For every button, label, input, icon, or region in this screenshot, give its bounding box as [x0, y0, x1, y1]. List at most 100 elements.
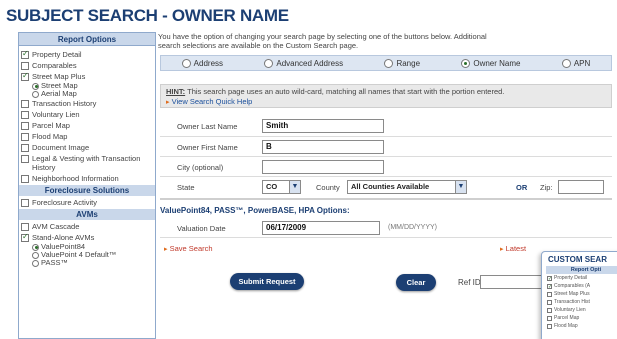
valuepoint-options-title: ValuePoint84, PASS™, PowerBASE, HPA Opti… — [160, 206, 350, 215]
zip-input[interactable] — [558, 180, 604, 194]
city-input[interactable] — [262, 160, 384, 174]
page: SUBJECT SEARCH - OWNER NAME Report Optio… — [0, 0, 617, 339]
save-search-label[interactable]: Save Search — [170, 244, 213, 253]
form-row-city: City (optional) — [160, 156, 612, 176]
chevron-down-icon[interactable]: ▼ — [289, 181, 300, 193]
custom-item[interactable]: Transaction Hist — [542, 298, 617, 306]
checkbox-icon[interactable] — [21, 132, 29, 141]
state-select[interactable]: CO ▼ — [262, 180, 301, 194]
checkbox-checked-icon[interactable] — [547, 283, 552, 291]
search-type-advanced-address[interactable]: Advanced Address — [264, 58, 344, 68]
valuation-date-input[interactable]: 06/17/2009 — [262, 221, 380, 235]
sidebar-item-stand-alone-avms[interactable]: Stand-Alone AVMs — [19, 232, 155, 243]
form-row-valuation-date: Valuation Date 06/17/2009 (MM/DD/YYYY) — [160, 218, 612, 238]
map-option-aerial-map[interactable]: Aerial Map — [19, 90, 155, 98]
search-type-apn[interactable]: APN — [561, 58, 590, 68]
county-select[interactable]: All Counties Available ▼ — [347, 180, 467, 194]
custom-item[interactable]: Property Detail — [542, 274, 617, 283]
sidebar-item-neighborhood-information[interactable]: Neighborhood Information — [19, 173, 155, 184]
sidebar-item-label: Street Map Plus — [32, 72, 86, 81]
search-type-address[interactable]: Address — [181, 58, 224, 68]
search-type-range[interactable]: Range — [384, 58, 421, 68]
checkbox-icon[interactable] — [21, 99, 29, 108]
checkbox-icon[interactable] — [21, 61, 29, 70]
quick-help-link-label[interactable]: View Search Quick Help — [172, 97, 253, 106]
intro-text: You have the option of changing your sea… — [158, 32, 603, 50]
sidebar-item-legal-vesting[interactable]: Legal & Vesting with Transaction History — [19, 153, 155, 173]
custom-search-header: Report Opti — [546, 266, 617, 274]
sidebar-item-label: Voluntary Lien — [32, 110, 80, 119]
search-type-label: Advanced Address — [276, 58, 344, 68]
latest-label[interactable]: Latest — [506, 244, 526, 253]
checkbox-icon[interactable] — [547, 299, 552, 305]
sidebar-item-comparables[interactable]: Comparables — [19, 60, 155, 71]
custom-item[interactable]: Flood Map — [542, 322, 617, 330]
checkbox-icon[interactable] — [547, 315, 552, 321]
page-title: SUBJECT SEARCH - OWNER NAME — [6, 6, 289, 25]
radio-icon[interactable] — [32, 259, 39, 267]
radio-selected-icon[interactable] — [32, 82, 39, 90]
checkbox-icon[interactable] — [21, 222, 29, 231]
checkbox-checked-icon[interactable] — [547, 275, 552, 283]
custom-item[interactable]: Street Map Plus — [542, 290, 617, 298]
quick-help-link[interactable]: ▸ View Search Quick Help — [166, 97, 252, 106]
form-row-last-name: Owner Last Name Smith — [160, 116, 612, 136]
zip-label: Zip: — [540, 183, 553, 192]
sidebar-item-document-image[interactable]: Document Image — [19, 142, 155, 153]
radio-icon[interactable] — [32, 90, 39, 98]
divider — [160, 198, 612, 200]
map-option-street-map[interactable]: Street Map — [19, 82, 155, 90]
ref-id-input[interactable] — [480, 275, 550, 289]
avm-option-pass[interactable]: PASS™ — [19, 259, 155, 267]
sidebar-item-street-map-plus[interactable]: Street Map Plus — [19, 71, 155, 82]
custom-item[interactable]: Voluntary Lien — [542, 306, 617, 314]
sidebar-item-parcel-map[interactable]: Parcel Map — [19, 120, 155, 131]
ref-id-label: Ref ID — [458, 278, 481, 287]
checkbox-icon[interactable] — [21, 198, 29, 207]
custom-item[interactable]: Comparables (A — [542, 282, 617, 291]
state-select-value: CO — [266, 182, 278, 191]
checkbox-checked-icon[interactable] — [21, 71, 29, 81]
sidebar-item-transaction-history[interactable]: Transaction History — [19, 98, 155, 109]
divider — [160, 237, 612, 238]
sidebar-item-foreclosure-activity[interactable]: Foreclosure Activity — [19, 197, 155, 208]
report-options-header: Report Options — [19, 33, 155, 46]
chevron-down-icon[interactable]: ▼ — [455, 181, 466, 193]
checkbox-icon[interactable] — [21, 121, 29, 130]
radio-icon[interactable] — [181, 58, 191, 68]
clear-button[interactable]: Clear — [396, 274, 436, 291]
search-type-owner-name[interactable]: Owner Name — [461, 58, 520, 68]
checkbox-icon[interactable] — [21, 174, 29, 183]
valuation-date-label: Valuation Date — [177, 224, 226, 233]
checkbox-checked-icon[interactable] — [21, 49, 29, 59]
submit-request-button[interactable]: Submit Request — [230, 273, 304, 290]
checkbox-checked-icon[interactable] — [21, 232, 29, 242]
sidebar-item-voluntary-lien[interactable]: Voluntary Lien — [19, 109, 155, 120]
first-name-input[interactable]: B — [262, 140, 384, 154]
or-label: OR — [516, 183, 528, 192]
search-type-label: Address — [193, 58, 224, 68]
sidebar-item-property-detail[interactable]: Property Detail — [19, 49, 155, 60]
radio-icon[interactable] — [384, 58, 394, 68]
radio-selected-icon[interactable] — [32, 243, 39, 251]
avm-option-valuepoint4[interactable]: ValuePoint 4 Default™ — [19, 251, 155, 259]
radio-icon[interactable] — [561, 58, 571, 68]
search-type-label: Range — [396, 58, 421, 68]
custom-item[interactable]: Parcel Map — [542, 314, 617, 322]
checkbox-icon[interactable] — [547, 291, 552, 297]
radio-icon[interactable] — [32, 251, 39, 259]
save-search-link[interactable]: ▸ Save Search — [164, 244, 213, 253]
checkbox-icon[interactable] — [547, 307, 552, 313]
checkbox-icon[interactable] — [21, 154, 29, 163]
checkbox-icon[interactable] — [21, 143, 29, 152]
checkbox-icon[interactable] — [547, 323, 552, 329]
radio-icon[interactable] — [264, 58, 274, 68]
latest-link[interactable]: ▸ Latest — [500, 244, 526, 253]
last-name-input[interactable]: Smith — [262, 119, 384, 133]
custom-item-label: Voluntary Lien — [554, 307, 586, 313]
custom-search-panel[interactable]: CUSTOM SEAR Report Opti Property Detail … — [541, 251, 617, 339]
checkbox-icon[interactable] — [21, 110, 29, 119]
radio-selected-icon[interactable] — [461, 58, 471, 68]
sidebar-item-avm-cascade[interactable]: AVM Cascade — [19, 221, 155, 232]
sidebar-item-flood-map[interactable]: Flood Map — [19, 131, 155, 142]
